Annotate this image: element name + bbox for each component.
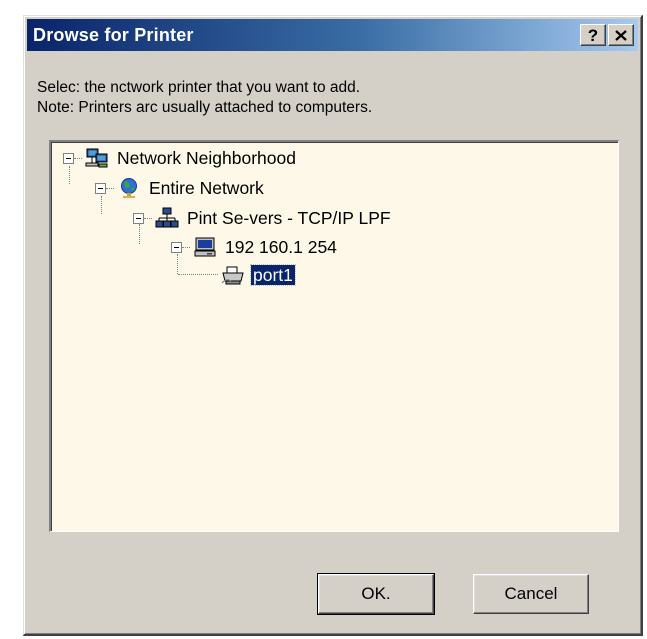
tree-item-label: Network Neighborhood <box>117 148 296 168</box>
title-bar[interactable]: Drowse for Printer ? <box>27 19 638 51</box>
collapse-toggle[interactable] <box>171 241 182 253</box>
tree-item-ip-address[interactable]: 192 160.1 254 <box>171 236 339 258</box>
tree-connector <box>178 274 218 275</box>
tree-item-label: 192 160.1 254 <box>225 237 337 257</box>
tree-item-print-servers[interactable]: Pint Se-vers - TCP/IP LPF <box>133 207 393 229</box>
collapse-toggle[interactable] <box>95 182 106 194</box>
printer-tree-view[interactable]: Network Neighborhood Entire Network Pint… <box>49 140 619 532</box>
printer-icon <box>221 266 244 285</box>
ok-button[interactable]: OK. <box>317 573 435 615</box>
collapse-toggle[interactable] <box>133 212 144 224</box>
instructions: Selec: the nctwork printer that you want… <box>37 78 631 118</box>
tree-item-label: Entire Network <box>149 178 264 198</box>
globe-icon <box>121 178 137 198</box>
network-neighborhood-icon <box>85 148 108 168</box>
help-button[interactable]: ? <box>580 24 606 46</box>
collapse-toggle[interactable] <box>63 152 74 164</box>
tree-item-port1[interactable]: port1 <box>221 264 296 286</box>
computer-icon <box>194 237 216 257</box>
instruction-line-1: Selec: the nctwork printer that you want… <box>37 79 361 96</box>
tree-item-label: Pint Se-vers - TCP/IP LPF <box>187 208 391 228</box>
tree-item-network-neighborhood[interactable]: Network Neighborhood <box>63 147 298 169</box>
print-servers-icon <box>155 207 179 228</box>
tree-item-entire-network[interactable]: Entire Network <box>95 177 266 199</box>
cancel-button[interactable]: Cancel <box>473 574 589 614</box>
instruction-line-2: Note: Printers arc usually attached to c… <box>37 99 373 116</box>
close-button[interactable] <box>608 24 634 46</box>
close-icon <box>615 29 627 41</box>
window-title: Drowse for Printer <box>33 24 194 45</box>
browse-for-printer-dialog: Drowse for Printer ? Selec: the nctwork … <box>23 15 643 636</box>
tree-item-label-selected: port1 <box>250 264 296 286</box>
